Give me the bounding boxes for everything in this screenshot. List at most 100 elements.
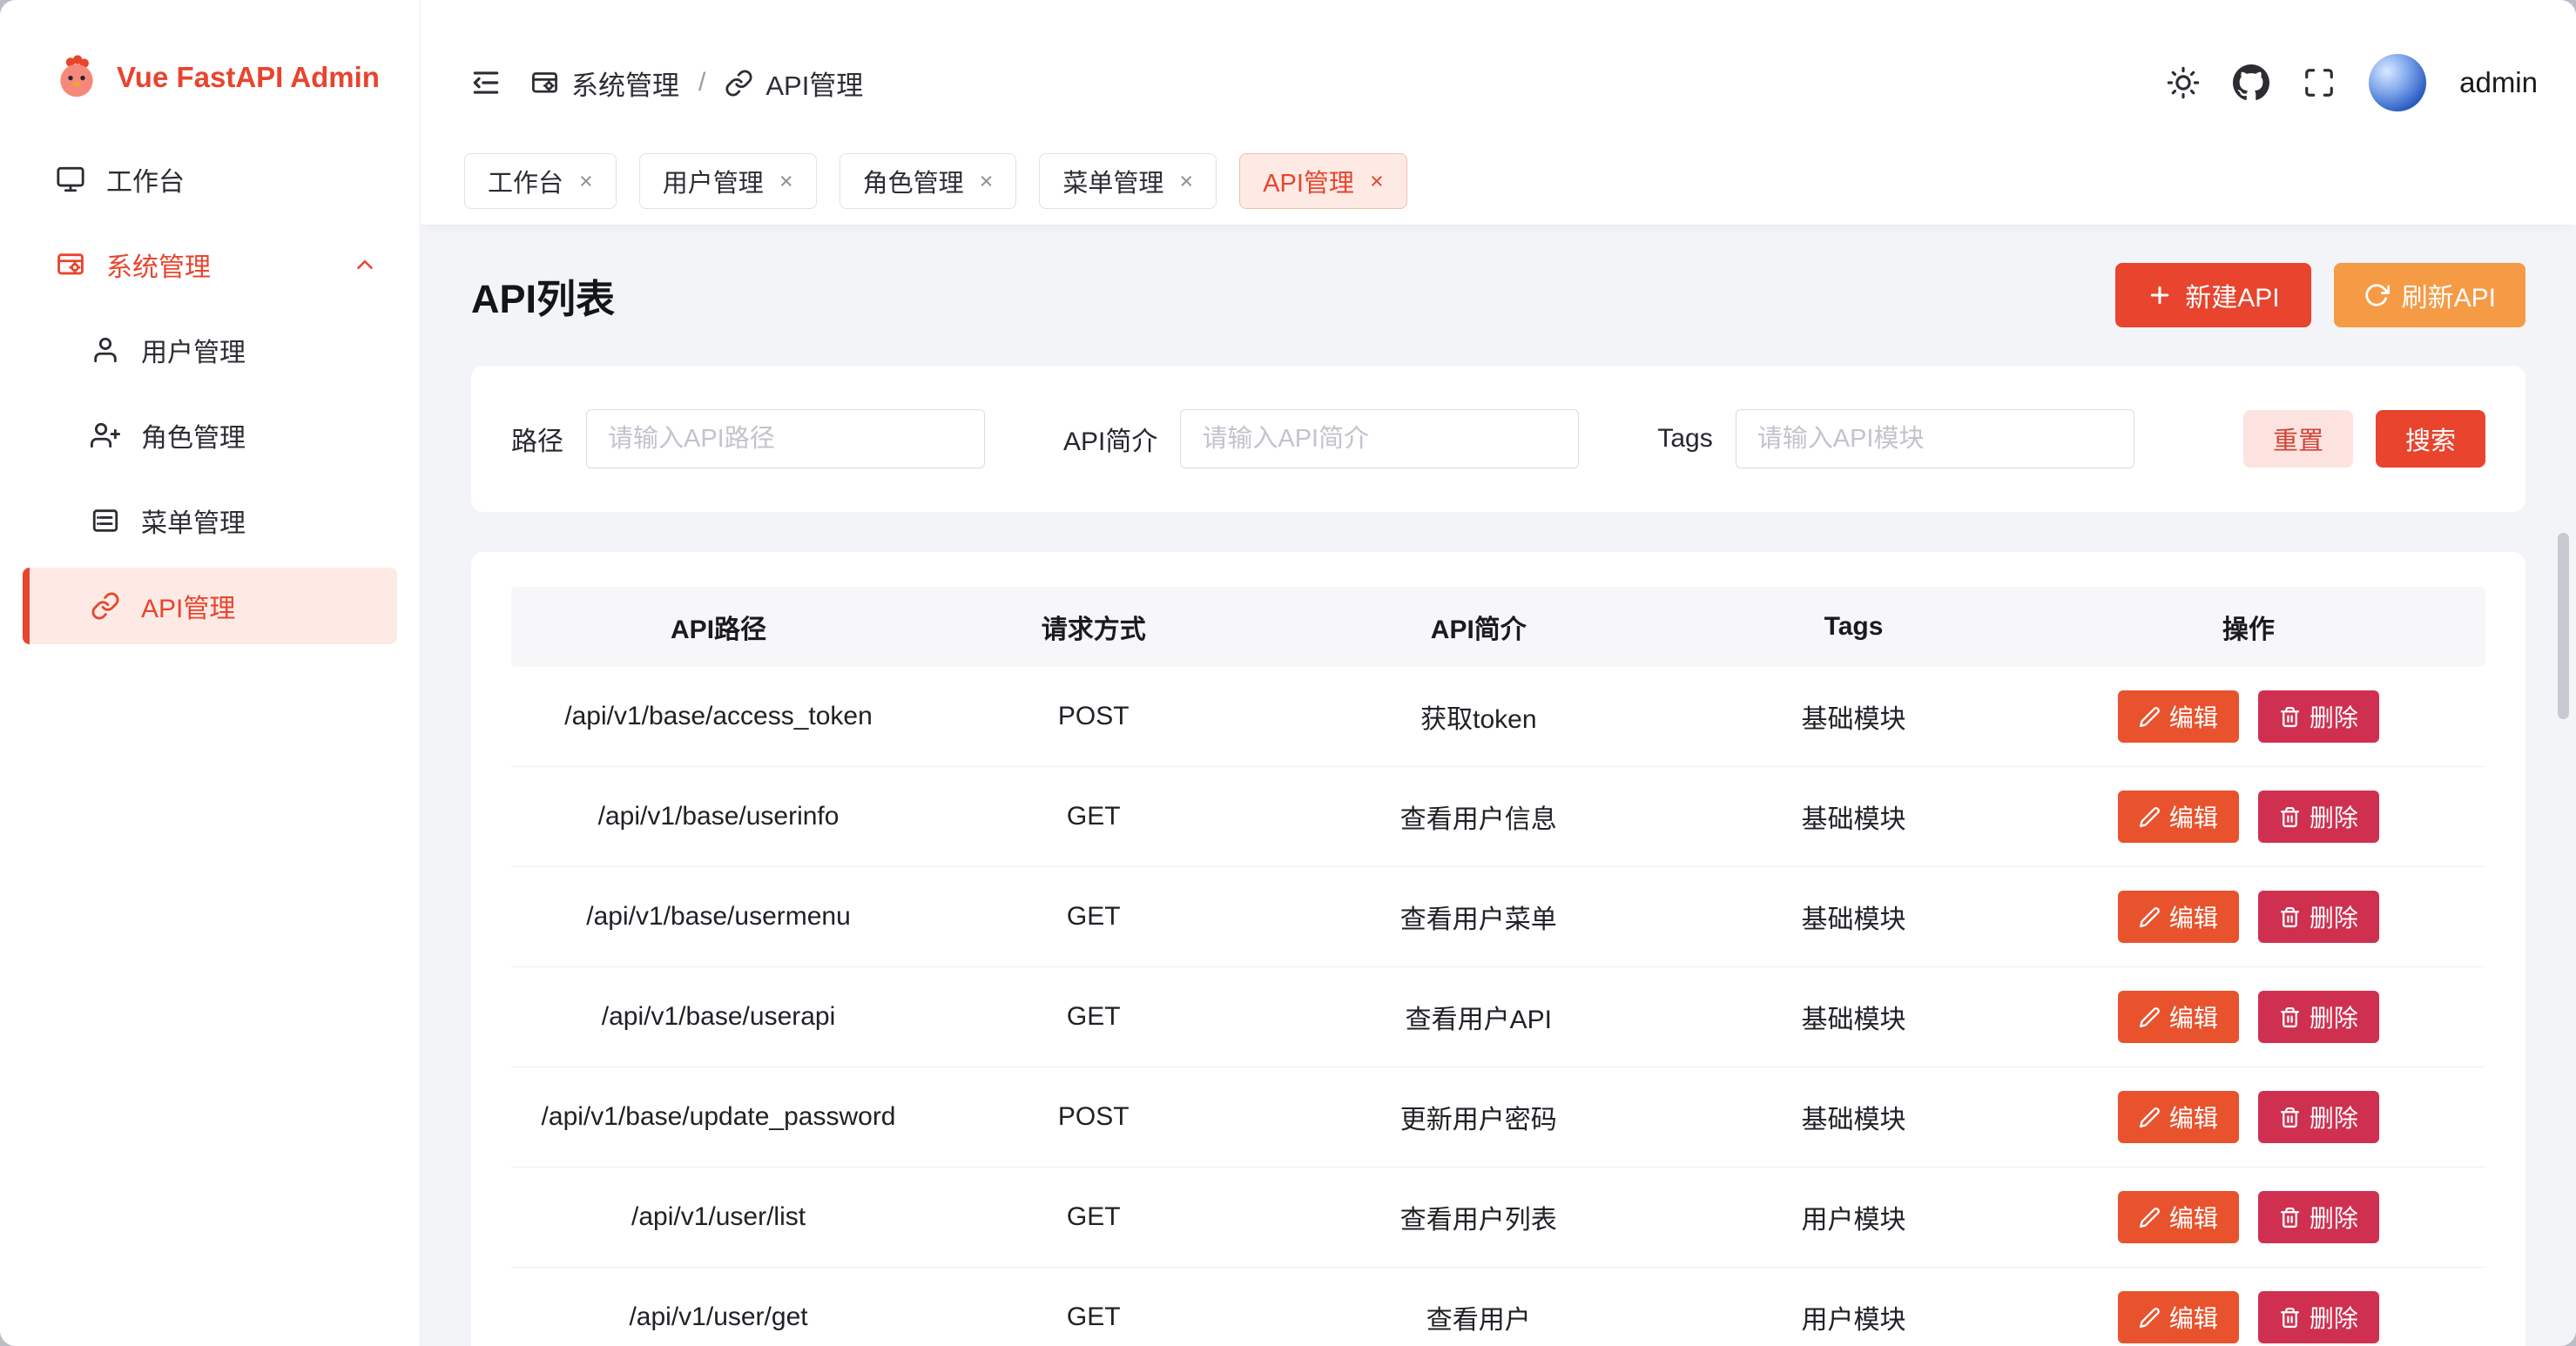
github-link-button[interactable] bbox=[2233, 64, 2269, 101]
edit-button[interactable]: 编辑 bbox=[2118, 690, 2239, 743]
table-row: /api/v1/user/get GET 查看用户 用户模块 编辑 bbox=[511, 1268, 2485, 1346]
cell-tags: 基础模块 bbox=[1696, 798, 2012, 836]
summary-filter-input[interactable] bbox=[1180, 409, 1579, 468]
edit-button[interactable]: 编辑 bbox=[2118, 791, 2239, 843]
table-row: /api/v1/base/userapi GET 查看用户API 基础模块 编辑 bbox=[511, 967, 2485, 1067]
edit-button[interactable]: 编辑 bbox=[2118, 991, 2239, 1043]
breadcrumb: 系统管理 / API管理 bbox=[530, 64, 863, 103]
tab-close-icon[interactable]: × bbox=[1370, 170, 1384, 193]
breadcrumb-item-api[interactable]: API管理 bbox=[765, 64, 863, 103]
cell-tags: 用户模块 bbox=[1696, 1198, 2012, 1236]
sidebar-item-label: 系统管理 bbox=[106, 246, 211, 284]
tab-close-icon[interactable]: × bbox=[779, 170, 793, 193]
reset-button[interactable]: 重置 bbox=[2243, 410, 2353, 468]
scrollbar-thumb[interactable] bbox=[2558, 533, 2569, 719]
cell-tags: 基础模块 bbox=[1696, 898, 2012, 936]
trash-icon bbox=[2279, 1006, 2301, 1028]
cell-summary: 查看用户菜单 bbox=[1261, 898, 1696, 936]
tab-close-icon[interactable]: × bbox=[980, 170, 994, 193]
delete-button[interactable]: 删除 bbox=[2258, 1191, 2379, 1243]
tags-filter-input[interactable] bbox=[1736, 409, 2134, 468]
monitor-icon bbox=[56, 165, 85, 194]
tab-api-management[interactable]: API管理 × bbox=[1239, 153, 1407, 209]
edit-pencil-icon bbox=[2139, 1207, 2161, 1228]
table-header-row: API路径 请求方式 API简介 Tags 操作 bbox=[511, 587, 2485, 667]
sidebar-item-system-management[interactable]: 系统管理 bbox=[23, 226, 397, 303]
cell-method: POST bbox=[926, 1102, 1261, 1132]
cell-tags: 基础模块 bbox=[1696, 697, 2012, 736]
user-avatar[interactable] bbox=[2369, 54, 2426, 111]
edit-button[interactable]: 编辑 bbox=[2118, 891, 2239, 943]
sidebar-collapse-button[interactable] bbox=[469, 66, 502, 99]
edit-label: 编辑 bbox=[2169, 699, 2218, 734]
username-label: admin bbox=[2459, 66, 2538, 99]
github-icon bbox=[2233, 64, 2269, 101]
edit-label: 编辑 bbox=[2169, 999, 2218, 1034]
filter-bar: 路径 API简介 Tags 重置 搜索 bbox=[471, 366, 2525, 512]
cell-method: GET bbox=[926, 1202, 1261, 1232]
cell-summary: 查看用户信息 bbox=[1261, 798, 1696, 836]
collapse-icon bbox=[469, 66, 502, 99]
tab-label: 菜单管理 bbox=[1062, 163, 1163, 199]
sidebar-menu: 工作台 系统管理 用户管理 bbox=[0, 131, 420, 653]
sidebar-item-api-management[interactable]: API管理 bbox=[23, 568, 397, 644]
delete-button[interactable]: 删除 bbox=[2258, 690, 2379, 743]
delete-button[interactable]: 删除 bbox=[2258, 991, 2379, 1043]
refresh-api-button[interactable]: 刷新API bbox=[2334, 263, 2525, 327]
fullscreen-icon bbox=[2303, 66, 2336, 99]
page-title: API列表 bbox=[471, 267, 615, 324]
delete-button[interactable]: 删除 bbox=[2258, 891, 2379, 943]
delete-label: 删除 bbox=[2310, 699, 2358, 734]
tab-label: 工作台 bbox=[488, 163, 563, 199]
tab-workbench[interactable]: 工作台 × bbox=[464, 153, 617, 209]
main-area: 系统管理 / API管理 bbox=[421, 0, 2576, 1346]
breadcrumb-item-system[interactable]: 系统管理 bbox=[571, 64, 679, 103]
edit-label: 编辑 bbox=[2169, 1200, 2218, 1235]
sidebar-item-user-management[interactable]: 用户管理 bbox=[23, 312, 397, 388]
tab-label: API管理 bbox=[1263, 163, 1354, 199]
column-header-path: API路径 bbox=[511, 608, 926, 646]
create-api-button[interactable]: 新建API bbox=[2115, 263, 2310, 327]
delete-label: 删除 bbox=[2310, 999, 2358, 1034]
delete-button[interactable]: 删除 bbox=[2258, 791, 2379, 843]
cell-api-path: /api/v1/base/userapi bbox=[511, 1002, 926, 1032]
delete-button[interactable]: 删除 bbox=[2258, 1091, 2379, 1143]
user-icon bbox=[91, 335, 120, 365]
tab-user-management[interactable]: 用户管理 × bbox=[639, 153, 817, 209]
api-link-icon bbox=[91, 591, 120, 621]
tab-role-management[interactable]: 角色管理 × bbox=[840, 153, 1017, 209]
tab-label: 角色管理 bbox=[863, 163, 964, 199]
search-button[interactable]: 搜索 bbox=[2376, 410, 2485, 468]
table-row: /api/v1/base/usermenu GET 查看用户菜单 基础模块 编辑 bbox=[511, 867, 2485, 967]
sun-icon bbox=[2167, 66, 2200, 99]
role-icon bbox=[91, 421, 120, 450]
delete-button[interactable]: 删除 bbox=[2258, 1291, 2379, 1343]
fullscreen-button[interactable] bbox=[2303, 66, 2336, 99]
brand[interactable]: Vue FastAPI Admin bbox=[0, 0, 420, 131]
sidebar-item-menu-management[interactable]: 菜单管理 bbox=[23, 482, 397, 559]
cell-summary: 查看用户 bbox=[1261, 1298, 1696, 1336]
cell-tags: 用户模块 bbox=[1696, 1298, 2012, 1336]
tab-menu-management[interactable]: 菜单管理 × bbox=[1039, 153, 1217, 209]
cell-summary: 更新用户密码 bbox=[1261, 1098, 1696, 1136]
sidebar-item-workbench[interactable]: 工作台 bbox=[23, 141, 397, 218]
path-filter-input[interactable] bbox=[586, 409, 985, 468]
edit-button[interactable]: 编辑 bbox=[2118, 1191, 2239, 1243]
tab-label: 用户管理 bbox=[663, 163, 764, 199]
sidebar-item-label: 工作台 bbox=[106, 160, 185, 199]
edit-button[interactable]: 编辑 bbox=[2118, 1091, 2239, 1143]
trash-icon bbox=[2279, 906, 2301, 928]
trash-icon bbox=[2279, 706, 2301, 728]
sidebar-item-role-management[interactable]: 角色管理 bbox=[23, 397, 397, 474]
cell-summary: 获取token bbox=[1261, 697, 1696, 736]
trash-icon bbox=[2279, 1307, 2301, 1329]
theme-toggle-button[interactable] bbox=[2167, 66, 2200, 99]
edit-pencil-icon bbox=[2139, 1006, 2161, 1028]
cell-api-path: /api/v1/base/access_token bbox=[511, 702, 926, 731]
delete-label: 删除 bbox=[2310, 1200, 2358, 1235]
tab-close-icon[interactable]: × bbox=[579, 170, 593, 193]
api-link-icon bbox=[725, 69, 753, 98]
tab-close-icon[interactable]: × bbox=[1179, 170, 1193, 193]
edit-button[interactable]: 编辑 bbox=[2118, 1291, 2239, 1343]
system-gear-icon bbox=[56, 250, 85, 279]
